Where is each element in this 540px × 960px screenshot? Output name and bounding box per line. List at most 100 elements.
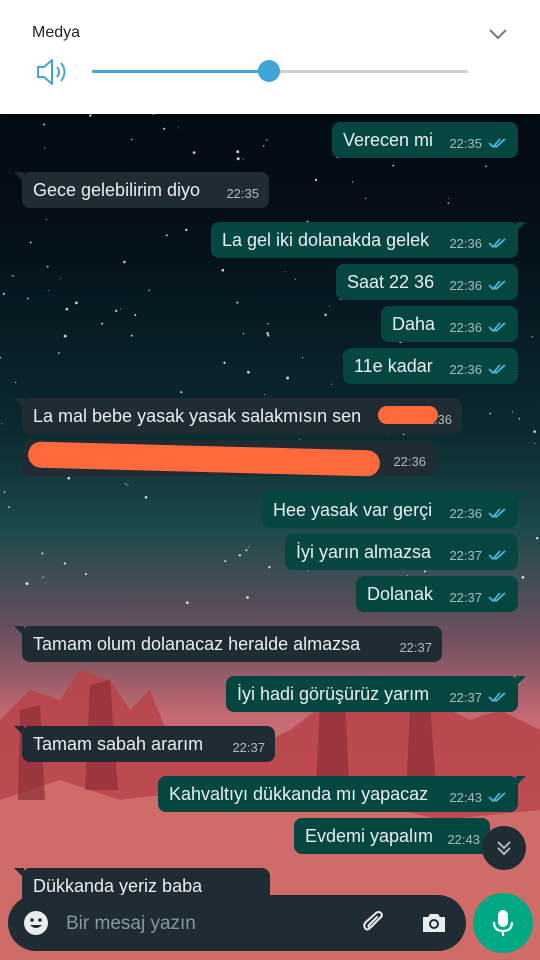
star [58,352,60,354]
message-time: 22:37 [449,589,482,605]
message-time: 22:36 [449,277,482,293]
star [267,323,269,325]
message-text: Dükkanda yeriz baba [33,876,203,896]
message-text: İyi yarın almazsa [296,541,432,562]
star [314,178,318,182]
star [534,442,536,444]
star [245,549,248,552]
star [12,275,14,277]
star [0,356,1,359]
star [67,476,71,480]
star [186,601,189,604]
message-bubble-outgoing[interactable]: Saat 22 36 22:36 [336,264,518,300]
message-bubble-outgoing[interactable]: Evdemi yapalım 22:43 [294,818,490,854]
star [294,278,296,280]
message-bubble-incoming[interactable]: 22:36 [22,440,436,477]
star [246,596,249,599]
double-check-icon [488,238,506,249]
star [262,145,265,147]
star [331,383,333,385]
message-bubble-outgoing[interactable]: Daha 22:36 [381,306,518,342]
star [130,334,133,337]
star [535,536,539,540]
star [123,260,126,264]
star [221,268,225,272]
star [351,181,354,183]
star [242,158,244,160]
star [148,289,150,292]
bubble-tail [14,726,24,736]
star [178,127,179,129]
message-bubble-outgoing[interactable]: İyi yarın almazsa 22:37 [285,534,518,570]
star [63,334,67,338]
bubble-tail [14,626,24,636]
star [521,576,525,579]
message-input[interactable] [64,910,348,938]
message-text: Saat 22 36 [347,271,435,292]
star [163,127,166,130]
double-check-icon [488,508,506,519]
message-bubble-outgoing[interactable]: La gel iki dolanakda gelek 22:36 [211,222,526,258]
camera-icon[interactable] [420,909,448,937]
message-text: Verecen mi [343,129,434,150]
star [185,228,188,232]
star [307,570,309,572]
star [165,234,168,237]
star [88,114,92,117]
star [1,423,3,425]
star [127,484,129,487]
star [489,412,492,415]
message-bubble-outgoing[interactable]: Kahvaltıyı dükkanda mı yapacaz 22:43 [158,776,526,812]
message-bubble-outgoing[interactable]: 11e kadar 22:36 [343,348,518,384]
volume-slider-thumb[interactable] [257,60,280,82]
double-check-icon [488,592,506,603]
star [124,483,127,485]
scroll-to-bottom-button[interactable] [482,826,526,870]
star [41,552,44,555]
star [180,391,183,394]
message-time: 22:36 [393,453,426,469]
paperclip-icon[interactable] [360,909,388,937]
message-bubble-incoming[interactable]: Gece gelebilirim diyo 22:35 [14,172,269,208]
star [424,570,427,573]
emoji-icon[interactable] [22,909,50,937]
star [264,393,266,395]
star [44,147,46,149]
speaker-icon[interactable] [34,56,70,88]
star [531,336,533,338]
message-text: Daha [392,313,436,334]
message-text: Tamam olum dolanacaz heralde almazsa [33,633,361,654]
message-bubble-incoming[interactable]: Tamam olum dolanacaz heralde almazsa 22:… [14,626,442,662]
star [25,582,29,586]
star [47,289,49,291]
message-bubble-outgoing[interactable]: Hee yasak var gerçi 22:36 [262,492,526,528]
media-title: Medya [32,24,81,41]
star [144,495,148,499]
voice-record-button[interactable] [473,893,533,953]
message-bubble-outgoing[interactable]: Verecen mi 22:35 [332,122,518,158]
bubble-tail [14,172,24,182]
star [130,138,133,141]
star [60,277,62,279]
bubble-tail [14,398,24,408]
message-bubble-outgoing[interactable]: İyi hadi görüşürüz yarım 22:37 [226,676,526,712]
message-text: Kahvaltıyı dükkanda mı yapacaz [169,783,429,804]
message-bubble-incoming[interactable]: Tamam sabah ararım 22:37 [14,726,275,762]
star [266,139,268,141]
volume-slider[interactable] [92,60,468,82]
chevron-down-icon[interactable] [486,22,510,46]
message-text: 11e kadar [354,355,433,376]
star [447,202,450,204]
star [448,197,449,199]
star [26,297,29,300]
message-bubble-incoming[interactable]: La mal bebe yasak yasak salakmısın sen 2… [14,398,462,434]
star [518,417,521,420]
star [247,370,250,374]
message-text: La gel iki dolanakda gelek [222,229,430,250]
star [286,376,290,380]
message-bubble-outgoing[interactable]: Dolanak 22:37 [356,576,518,612]
message-text: İyi hadi görüşürüz yarım [237,683,430,704]
star [485,165,487,168]
star [364,197,367,199]
double-check-icon [488,692,506,703]
